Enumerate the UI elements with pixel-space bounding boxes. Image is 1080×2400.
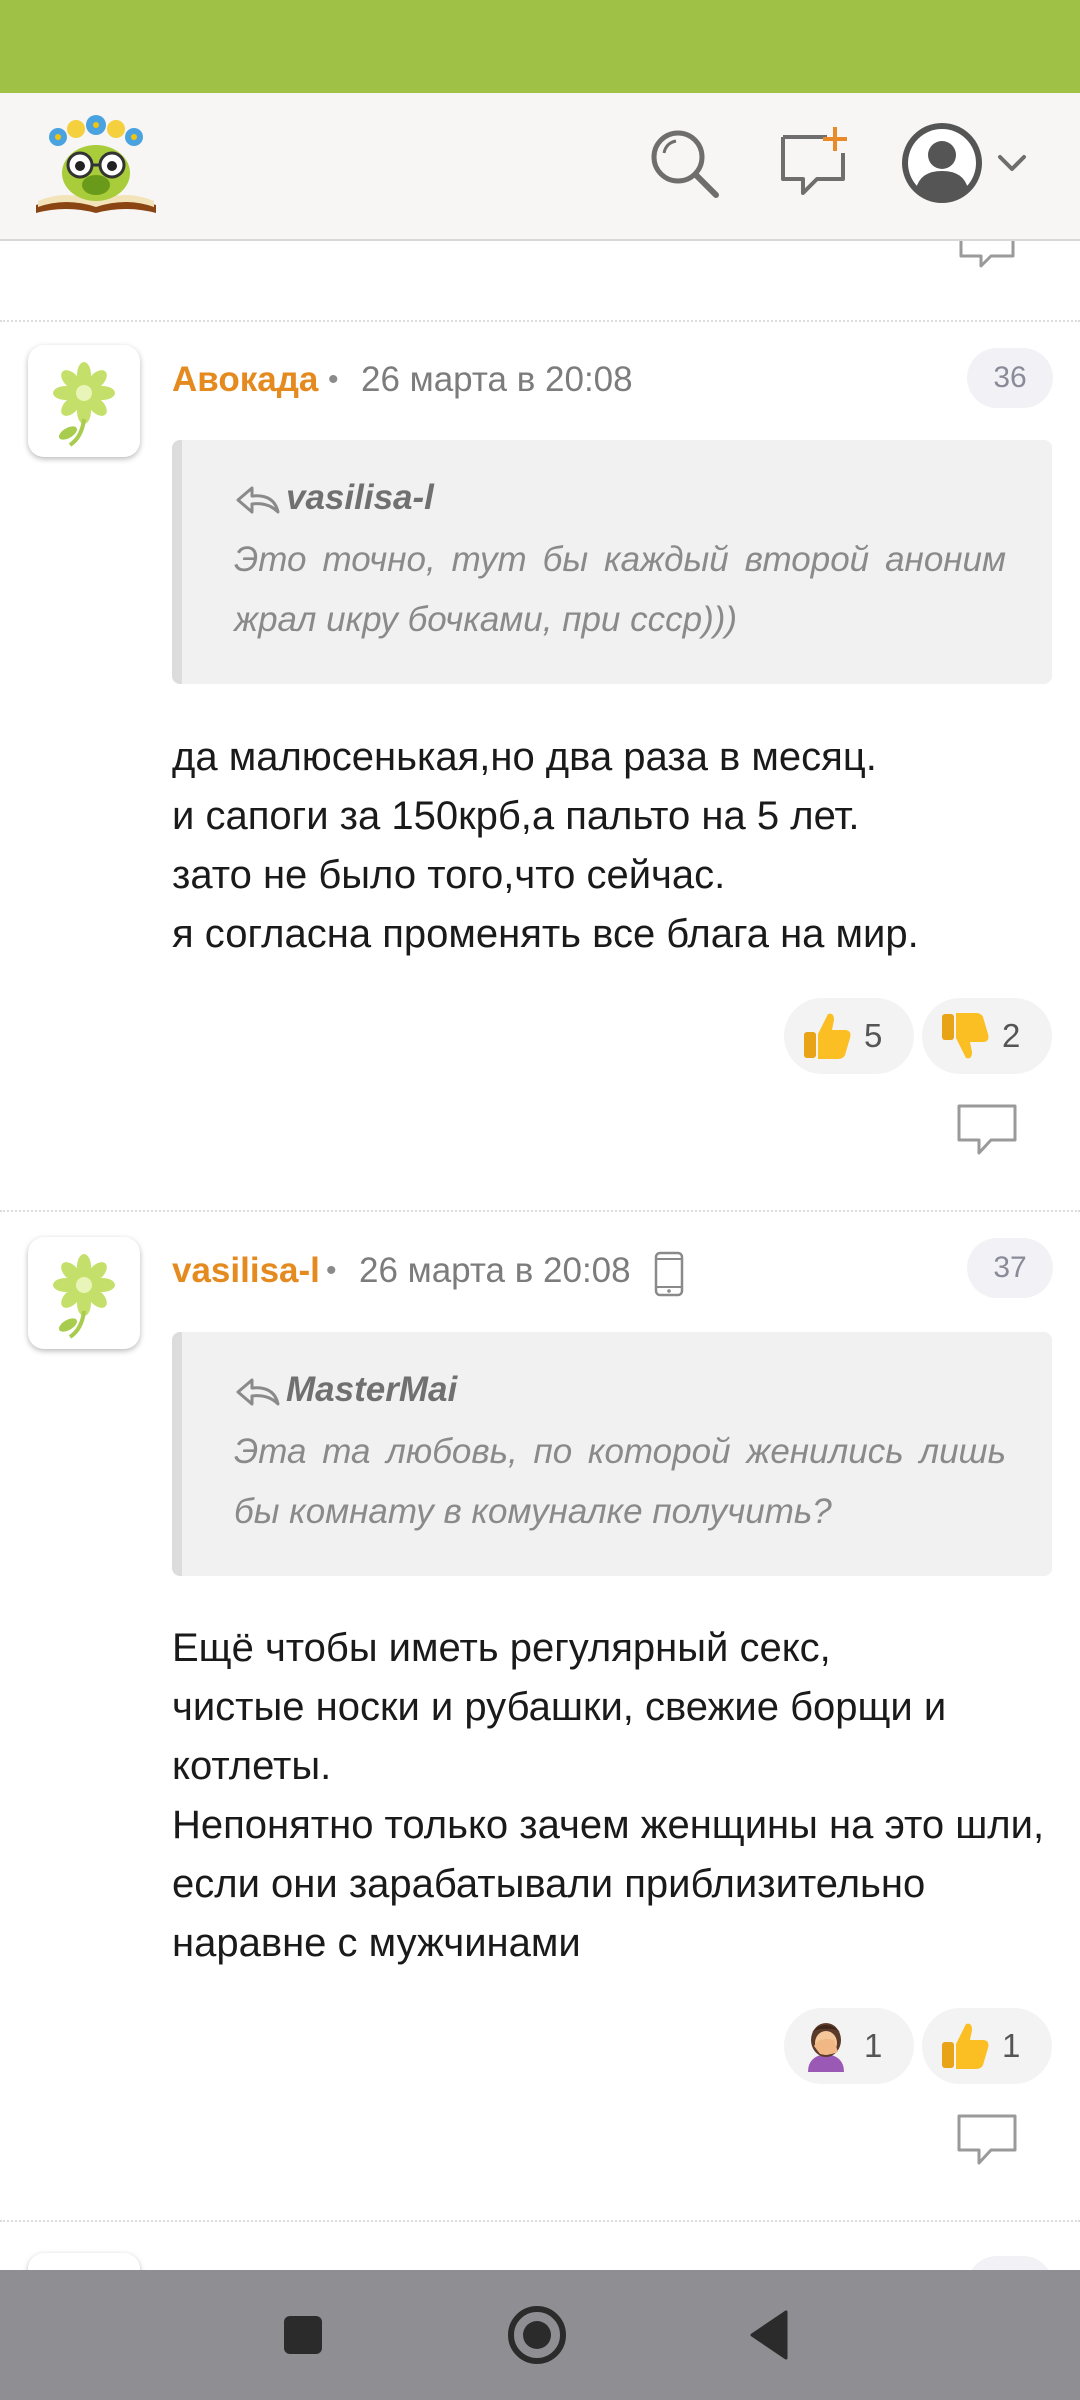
thumbs-up-emoji bbox=[804, 1013, 851, 1059]
comment-divider bbox=[0, 2220, 1080, 2222]
reply-icon[interactable] bbox=[955, 1102, 1019, 1158]
author-avatar[interactable] bbox=[28, 1237, 140, 1349]
reaction-count: 2 bbox=[1002, 1017, 1021, 1054]
thumbs-up-emoji bbox=[942, 2023, 989, 2069]
reaction-count: 1 bbox=[1002, 2027, 1021, 2064]
recent-apps-icon[interactable] bbox=[268, 2300, 338, 2370]
comment-divider bbox=[0, 1210, 1080, 1212]
thumbs-down-emoji bbox=[942, 1013, 989, 1059]
reaction-facepalm[interactable]: 1 bbox=[784, 2008, 914, 2084]
author-avatar[interactable] bbox=[28, 345, 140, 457]
author-name[interactable]: vasilisa-l bbox=[172, 1251, 320, 1291]
flower-avatar-icon bbox=[53, 1254, 115, 1339]
search-icon[interactable] bbox=[644, 123, 724, 203]
facepalm-woman-emoji bbox=[808, 2023, 844, 2072]
reaction-count: 5 bbox=[864, 1017, 883, 1054]
quote-reply-arrow-icon bbox=[236, 1378, 280, 1406]
comment-text: Ещё чтобы иметь регулярный секс, чистые … bbox=[172, 1626, 1045, 1965]
app-header bbox=[0, 93, 1080, 241]
reaction-count: 1 bbox=[864, 2027, 883, 2064]
quote-reply-arrow-icon bbox=[236, 486, 280, 514]
author-name[interactable]: Авокада bbox=[172, 360, 318, 400]
quote-author[interactable]: vasilisa-l bbox=[286, 478, 434, 518]
quote-block: MasterMai Эта та любовь, по которой жени… bbox=[172, 1332, 1052, 1576]
back-icon[interactable] bbox=[736, 2300, 806, 2370]
quote-author[interactable]: MasterMai bbox=[286, 1370, 457, 1410]
chevron-down-icon bbox=[998, 155, 1026, 171]
flower-avatar-icon bbox=[53, 362, 115, 447]
meta-separator: • bbox=[326, 1254, 337, 1287]
comment-number-badge[interactable]: 36 bbox=[967, 348, 1053, 408]
mobile-phone-icon bbox=[654, 1251, 684, 1297]
home-icon[interactable] bbox=[502, 2300, 572, 2370]
reaction-thumbs-down[interactable]: 2 bbox=[922, 998, 1052, 1074]
comment-number-badge[interactable]: 37 bbox=[967, 1238, 1053, 1298]
quote-text: Это точно, тут бы каждый второй аноним ж… bbox=[234, 540, 1006, 639]
comment-number-badge[interactable] bbox=[967, 2256, 1053, 2270]
quote-block: vasilisa-l Это точно, тут бы каждый втор… bbox=[172, 440, 1052, 684]
user-avatar-icon bbox=[902, 123, 1026, 203]
logo-owl-book[interactable] bbox=[32, 109, 160, 217]
comment-text: да малюсенькая,но два раза в месяц. и са… bbox=[172, 735, 919, 956]
comment-date: 26 марта в 20:08 bbox=[359, 1251, 631, 1290]
meta-separator: • bbox=[328, 363, 339, 396]
new-topic-icon[interactable] bbox=[773, 123, 853, 203]
comment-divider bbox=[0, 320, 1080, 322]
reply-icon[interactable] bbox=[955, 2112, 1019, 2168]
quote-text: Эта та любовь, по которой женились лишь … bbox=[234, 1432, 1006, 1531]
author-avatar[interactable] bbox=[28, 2253, 140, 2270]
comments-feed[interactable]: Авокада • 26 марта в 20:08 36 vasilisa-l… bbox=[0, 0, 1080, 2270]
reaction-thumbs-up[interactable]: 1 bbox=[922, 2008, 1052, 2084]
reaction-thumbs-up[interactable]: 5 bbox=[784, 998, 914, 1074]
comment-date: 26 марта в 20:08 bbox=[361, 360, 633, 399]
user-menu-button[interactable] bbox=[900, 119, 1032, 207]
system-nav-bar bbox=[0, 2270, 1080, 2400]
